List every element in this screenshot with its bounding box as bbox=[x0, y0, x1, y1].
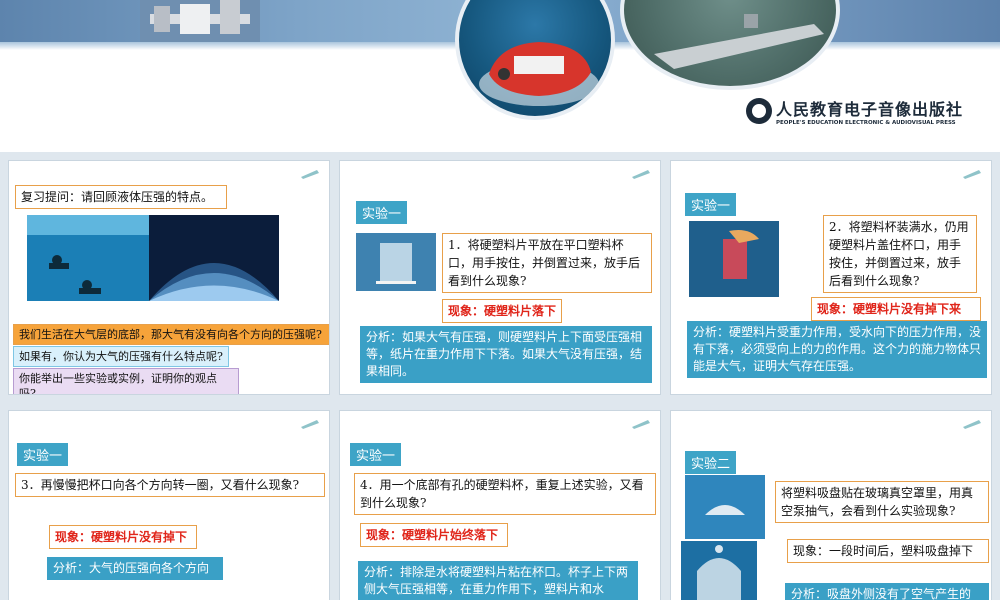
space-station-image bbox=[140, 0, 260, 42]
submersible-image bbox=[455, 0, 615, 120]
vacuum-jar-image bbox=[681, 541, 757, 600]
slide-experiment-1-step-2[interactable]: 实验一 2．将塑料杯装满水，仍用硬塑料片盖住杯口，用手按住，并倒置过来，放手后看… bbox=[670, 160, 992, 395]
analysis-text: 分析：大气的压强向各个方向 bbox=[47, 557, 223, 580]
step-text: 4．用一个底部有孔的硬塑料杯，重复上述实验，又看到什么现象? bbox=[354, 473, 656, 515]
analysis-text: 分析：硬塑料片受重力作用，受水向下的压力作用，没有下落，必须受向上的力的作用。这… bbox=[687, 321, 987, 378]
pen-watermark-icon bbox=[963, 170, 981, 179]
publisher-logo: 人民教育电子音像出版社 PEOPLE'S EDUCATION ELECTRONI… bbox=[746, 96, 963, 126]
publisher-name-en: PEOPLE'S EDUCATION ELECTRONIC & AUDIOVIS… bbox=[776, 120, 956, 126]
result-text: 现象：硬塑料片落下 bbox=[442, 299, 562, 323]
publisher-logo-icon bbox=[746, 98, 772, 124]
question-evidence: 你能举出一些实验或实例，证明你的观点吗? bbox=[13, 368, 239, 394]
analysis-text: 分析：排除是水将硬塑料片粘在杯口。杯子上下两侧大气压强相等，在重力作用下，塑料片… bbox=[358, 561, 638, 600]
atmosphere-layers-image bbox=[149, 215, 279, 301]
top-banner: 人民教育电子音像出版社 PEOPLE'S EDUCATION ELECTRONI… bbox=[0, 0, 1000, 152]
experiment-tag: 实验一 bbox=[350, 443, 402, 466]
question-feature: 如果有，你认为大气的压强有什么特点呢? bbox=[13, 346, 229, 367]
publisher-name: 人民教育电子音像出版社 bbox=[776, 100, 964, 119]
question-atmosphere: 我们生活在大气层的底部，那大气有没有向各个方向的压强呢? bbox=[13, 324, 329, 345]
result-text: 现象：一段时间后，塑料吸盘掉下 bbox=[787, 539, 989, 563]
result-text: 现象：硬塑料片没有掉下来 bbox=[811, 297, 981, 321]
pen-watermark-icon bbox=[963, 420, 981, 429]
slide-experiment-1-step-3[interactable]: 实验一 3．再慢慢把杯口向各个方向转一圈，又看什么现象? 现象：硬塑料片没有掉下… bbox=[8, 410, 330, 600]
experiment-tag: 实验一 bbox=[685, 193, 737, 216]
water-cup-image bbox=[689, 221, 779, 297]
slide-experiment-2[interactable]: 实验二 将塑料吸盘贴在玻璃真空罩里，用真空泵抽气，会看到什么实验现象? 现象：一… bbox=[670, 410, 992, 600]
plastic-cup-image bbox=[356, 233, 436, 291]
step-text: 2．将塑料杯装满水，仍用硬塑料片盖住杯口，用手按住，并倒置过来，放手后看到什么现… bbox=[823, 215, 977, 293]
analysis-text: 分析：吸盘外侧没有了空气产生的 bbox=[785, 583, 989, 600]
result-text: 现象：硬塑料片始终落下 bbox=[360, 523, 508, 547]
step-text: 将塑料吸盘贴在玻璃真空罩里，用真空泵抽气，会看到什么实验现象? bbox=[775, 481, 989, 523]
pen-watermark-icon bbox=[632, 170, 650, 179]
review-question: 复习提问：请回顾液体压强的特点。 bbox=[15, 185, 227, 209]
step-text: 1．将硬塑料片平放在平口塑料杯口，用手按住，并倒置过来，放手后看到什么现象? bbox=[442, 233, 652, 293]
experiment-tag: 实验二 bbox=[685, 451, 737, 474]
analysis-text: 分析：如果大气有压强，则硬塑料片上下面受压强相等，纸片在重力作用下下落。如果大气… bbox=[360, 326, 652, 383]
pen-watermark-icon bbox=[301, 170, 319, 179]
slide-review[interactable]: 复习提问：请回顾液体压强的特点。 我们生活在大气层的底部，那大气有没有向各个方向… bbox=[8, 160, 330, 395]
experiment-tag: 实验一 bbox=[356, 201, 408, 224]
aircraft-carrier-image bbox=[620, 0, 840, 90]
slide-experiment-1-step-4[interactable]: 实验一 4．用一个底部有孔的硬塑料杯，重复上述实验，又看到什么现象? 现象：硬塑… bbox=[339, 410, 661, 600]
slide-experiment-1-step-1[interactable]: 实验一 1．将硬塑料片平放在平口塑料杯口，用手按住，并倒置过来，放手后看到什么现… bbox=[339, 160, 661, 395]
pen-watermark-icon bbox=[632, 420, 650, 429]
result-text: 现象：硬塑料片没有掉下 bbox=[49, 525, 197, 549]
suction-cup-image bbox=[685, 475, 765, 539]
experiment-tag: 实验一 bbox=[17, 443, 69, 466]
pen-watermark-icon bbox=[301, 420, 319, 429]
diver-image bbox=[27, 215, 149, 301]
step-text: 3．再慢慢把杯口向各个方向转一圈，又看什么现象? bbox=[15, 473, 325, 497]
